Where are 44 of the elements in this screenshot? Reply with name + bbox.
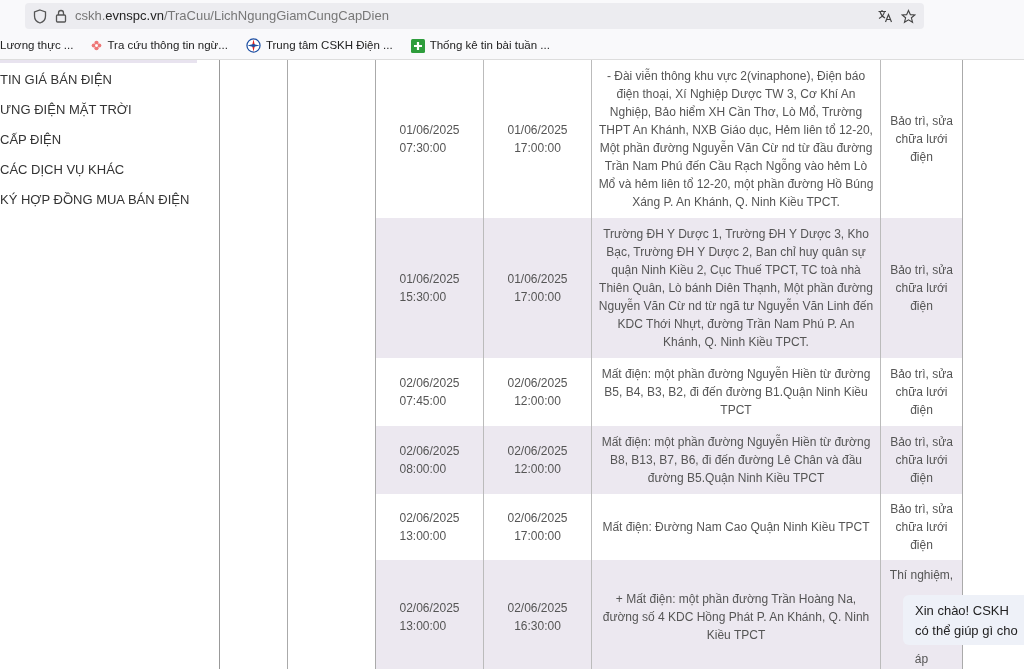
end-time: 02/06/2025 12:00:00	[507, 443, 568, 478]
bookmark[interactable]: Thống kê tin bài tuần ...	[410, 36, 550, 55]
menu-item[interactable]: CÁC DỊCH VỤ KHÁC	[0, 155, 219, 185]
outage-reason: Bảo trì, sửa chữa lưới điện	[889, 262, 954, 315]
outage-reason: áp	[914, 651, 929, 668]
bookmark[interactable]: Trung tâm CSKH Điện ...	[245, 36, 393, 55]
end-time: 02/06/2025 12:00:00	[507, 375, 568, 410]
start-time: 02/06/2025 07:45:00	[399, 375, 460, 410]
plus-icon	[410, 38, 425, 53]
menu-item[interactable]: ƯNG ĐIỆN MẶT TRỜI	[0, 95, 219, 125]
outage-area: Mất điện: một phần đường Nguyễn Hiền từ đường B8, B13, B7, B6, đi đến đường Lê Chân và đầu đường B5.Quận Ninh Kiều TPCT	[597, 433, 875, 487]
translate-icon[interactable]	[877, 8, 893, 24]
outage-reason: Bảo trì, sửa chữa lưới điện	[889, 501, 954, 554]
end-time: 01/06/2025 17:00:00	[507, 271, 568, 306]
compass-icon	[245, 38, 261, 53]
outage-area: Mất điện: một phần đường Nguyễn Hiền từ đường B5, B4, B3, B2, đi đến đường B1.Quận Ninh Kiều TPCT	[597, 365, 875, 419]
lock-icon[interactable]	[55, 9, 67, 23]
url-text: cskh.evnspc.vn/TraCuu/LichNgungGiamCungCapDien	[75, 7, 389, 26]
start-time: 01/06/2025 07:30:00	[399, 122, 460, 157]
outage-reason: Bảo trì, sửa chữa lưới điện	[889, 366, 954, 419]
address-bar[interactable]: cskh.evnspc.vn/TraCuu/LichNgungGiamCungCapDien	[25, 3, 924, 29]
shield-icon[interactable]	[33, 8, 47, 24]
star-icon[interactable]	[901, 8, 916, 24]
outage-reason: Bảo trì, sửa chữa lưới điện	[889, 113, 954, 166]
outage-area: - Đài viễn thông khu vực 2(vinaphone), Điện báo điện thoại, Xí Nghiệp Dược TW 3, Cơ Khí An Nghiệp, Bảo hiểm XH Cần Thơ, Lò Mổ, Trường THPT An Khánh, NXB Giáo dục, Hẻm liên tổ 12-20, Một phần đường Nguyễn Văn Cừ nd từ đầu đường Trần Nam Phú đến Cầu Rạch Ngỗng vào hẻm Lò Mổ và hẻm liên tổ 12-20, một phần đường Hồ Búng Xáng P. An Khánh, Q. Ninh Kiều TPCT.	[597, 67, 875, 211]
outage-area: + Mất điện: một phần đường Trần Hoàng Na, đường số 4 KDC Hồng Phát P. An Khánh, Q. Ninh Kiều TPCT	[597, 590, 875, 644]
bookmark[interactable]: Tra cứu thông tin ngừ...	[91, 36, 228, 55]
end-time: 02/06/2025 17:00:00	[507, 510, 568, 545]
chat-bubble[interactable]: Xin chào! CSKH có thể giúp gì cho	[903, 595, 1024, 645]
outage-area: Trường ĐH Y Dược 1, Trường ĐH Y Dược 3, Kho Bạc, Trường ĐH Y Dược 2, Ban chỉ huy quân sự quận Ninh Kiều 2, Cục Thuế TPCT, TC toà nhà Thiên Quân, Lò bánh Diên Thạnh, Một phần đường Nguyễn Văn Cừ nd từ ngã tư Nguyễn Văn Linh đến KDC Thới Nhựt, đường Trần Nam Phú P. An Khánh, Q. Ninh Kiều TPCT.	[597, 225, 875, 351]
bookmark[interactable]: Lương thực ...	[0, 36, 74, 55]
end-time: 01/06/2025 17:00:00	[507, 122, 568, 157]
end-time: 02/06/2025 16:30:00	[507, 600, 568, 635]
start-time: 01/06/2025 15:30:00	[399, 271, 460, 306]
start-time: 02/06/2025 08:00:00	[399, 443, 460, 478]
start-time: 02/06/2025 13:00:00	[399, 510, 460, 545]
flower-icon	[91, 40, 103, 51]
outage-reason: Bảo trì, sửa chữa lưới điện	[889, 434, 954, 487]
start-time: 02/06/2025 13:00:00	[399, 600, 460, 635]
outage-reason: Thí nghiệm,	[889, 567, 954, 584]
menu-item[interactable]: TIN GIÁ BÁN ĐIỆN	[0, 65, 219, 95]
menu-item[interactable]: KÝ HỢP ĐỒNG MUA BÁN ĐIỆN	[0, 185, 219, 215]
outage-area: Mất điện: Đường Nam Cao Quận Ninh Kiều TPCT	[602, 518, 870, 536]
menu-item[interactable]: CẤP ĐIỆN	[0, 125, 219, 155]
